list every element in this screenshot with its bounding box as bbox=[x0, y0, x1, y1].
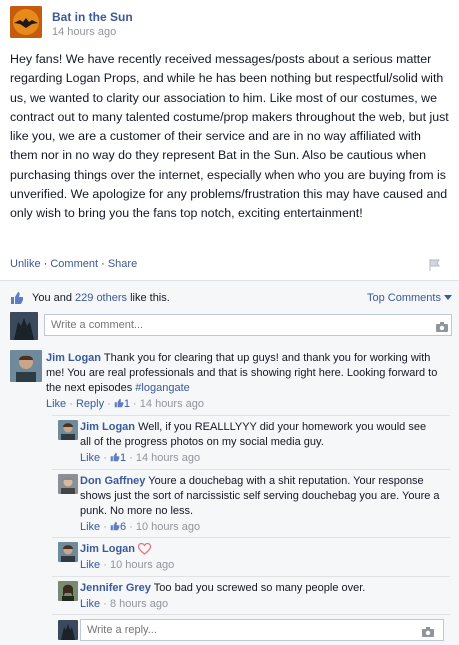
page-avatar[interactable] bbox=[10, 6, 42, 38]
reply-like-link[interactable]: Like bbox=[80, 521, 100, 533]
write-comment-row bbox=[10, 312, 452, 340]
reply-item: Jim Logan Like · 10 hours ago bbox=[52, 542, 450, 572]
action-separator: · bbox=[98, 258, 108, 270]
comment-text: Thank you for clearing that up guys! and… bbox=[46, 352, 438, 394]
comment-like-link[interactable]: Like bbox=[46, 398, 66, 410]
flag-icon[interactable] bbox=[428, 258, 442, 277]
reply-time[interactable]: 10 hours ago bbox=[136, 521, 200, 533]
comment-input[interactable] bbox=[44, 314, 452, 336]
comment-meta: Like · Reply · 1 · 14 hours ago bbox=[46, 398, 204, 410]
reply-divider bbox=[52, 415, 450, 416]
likes-bar: You and 229 others like this. Top Commen… bbox=[0, 280, 459, 315]
comment-reply-link[interactable]: Reply bbox=[76, 398, 104, 410]
avatar[interactable] bbox=[58, 420, 78, 440]
avatar bbox=[58, 620, 78, 640]
avatar bbox=[10, 312, 38, 340]
action-separator: · bbox=[40, 258, 51, 270]
reply-time[interactable]: 8 hours ago bbox=[110, 598, 168, 610]
avatar[interactable] bbox=[58, 542, 78, 562]
avatar[interactable] bbox=[58, 581, 78, 601]
reply-body: Don Gaffney Youre a douchebag with a shi… bbox=[80, 474, 444, 535]
comment-item: Jim Logan Thank you for clearing that up… bbox=[10, 350, 450, 410]
page-logo-icon bbox=[10, 6, 42, 38]
reply-body: Jennifer Grey Too bad you screwed so man… bbox=[80, 581, 440, 612]
comment-link[interactable]: Comment bbox=[50, 258, 98, 270]
reply-divider bbox=[52, 576, 450, 577]
reply-divider bbox=[52, 537, 450, 538]
reply-author[interactable]: Don Gaffney bbox=[80, 475, 145, 487]
reply-item: Jim Logan Well, if you REALLLYYY did you… bbox=[52, 420, 450, 464]
reply-meta: Like · 1 · 14 hours ago bbox=[80, 452, 201, 464]
hashtag-link[interactable]: #logangate bbox=[135, 382, 189, 394]
comment-body: Jim Logan Thank you for clearing that up… bbox=[46, 351, 446, 412]
reply-time[interactable]: 14 hours ago bbox=[136, 452, 200, 464]
unlike-link[interactable]: Unlike bbox=[10, 258, 41, 270]
reply-body: Jim Logan Well, if you REALLLYYY did you… bbox=[80, 420, 440, 466]
reply-author[interactable]: Jim Logan bbox=[80, 543, 135, 555]
chevron-down-icon bbox=[443, 295, 452, 300]
post-text: Hey fans! We have recently received mess… bbox=[10, 52, 449, 221]
page-name[interactable]: Bat in the Sun bbox=[52, 10, 133, 24]
comment-time[interactable]: 14 hours ago bbox=[140, 398, 204, 410]
reply-text: Too bad you screwed so many people over. bbox=[153, 582, 366, 594]
reply-meta: Like · 10 hours ago bbox=[80, 559, 175, 571]
top-comments-dropdown[interactable]: Top Comments bbox=[367, 292, 452, 304]
camera-icon[interactable] bbox=[422, 624, 434, 642]
reply-body: Jim Logan Like · 10 hours ago bbox=[80, 542, 440, 573]
avatar[interactable] bbox=[10, 350, 42, 382]
like-thumb-icon bbox=[114, 398, 124, 408]
post-actions: Unlike · Comment · Share bbox=[10, 258, 137, 270]
like-thumb-icon bbox=[10, 291, 24, 310]
reply-author[interactable]: Jennifer Grey bbox=[80, 582, 151, 594]
reply-divider bbox=[52, 614, 450, 615]
like-thumb-icon bbox=[110, 521, 120, 531]
reply-input[interactable] bbox=[80, 619, 444, 641]
reply-like-link[interactable]: Like bbox=[80, 559, 100, 571]
share-link[interactable]: Share bbox=[108, 258, 137, 270]
reply-time[interactable]: 10 hours ago bbox=[110, 559, 174, 571]
reply-item: Jennifer Grey Too bad you screwed so man… bbox=[52, 581, 450, 611]
likes-count-link[interactable]: 229 others bbox=[75, 292, 127, 304]
reply-meta: Like · 8 hours ago bbox=[80, 598, 169, 610]
reply-divider bbox=[52, 469, 450, 470]
reply-likes-count[interactable]: 1 bbox=[110, 452, 126, 464]
likes-summary: You and 229 others like this. bbox=[32, 292, 170, 304]
avatar[interactable] bbox=[58, 474, 78, 494]
comment-likes-count[interactable]: 1 bbox=[114, 398, 130, 410]
reply-author[interactable]: Jim Logan bbox=[80, 421, 135, 433]
reply-like-link[interactable]: Like bbox=[80, 452, 100, 464]
heart-icon bbox=[138, 543, 152, 555]
reply-item: Don Gaffney Youre a douchebag with a shi… bbox=[52, 474, 450, 534]
like-thumb-icon bbox=[110, 452, 120, 462]
comment-author[interactable]: Jim Logan bbox=[46, 352, 101, 364]
camera-icon[interactable] bbox=[436, 319, 448, 337]
reply-like-link[interactable]: Like bbox=[80, 598, 100, 610]
write-reply-row bbox=[52, 618, 450, 642]
post-time[interactable]: 14 hours ago bbox=[52, 26, 116, 38]
reply-meta: Like · 6 · 10 hours ago bbox=[80, 521, 201, 533]
reply-likes-count[interactable]: 6 bbox=[110, 521, 126, 533]
